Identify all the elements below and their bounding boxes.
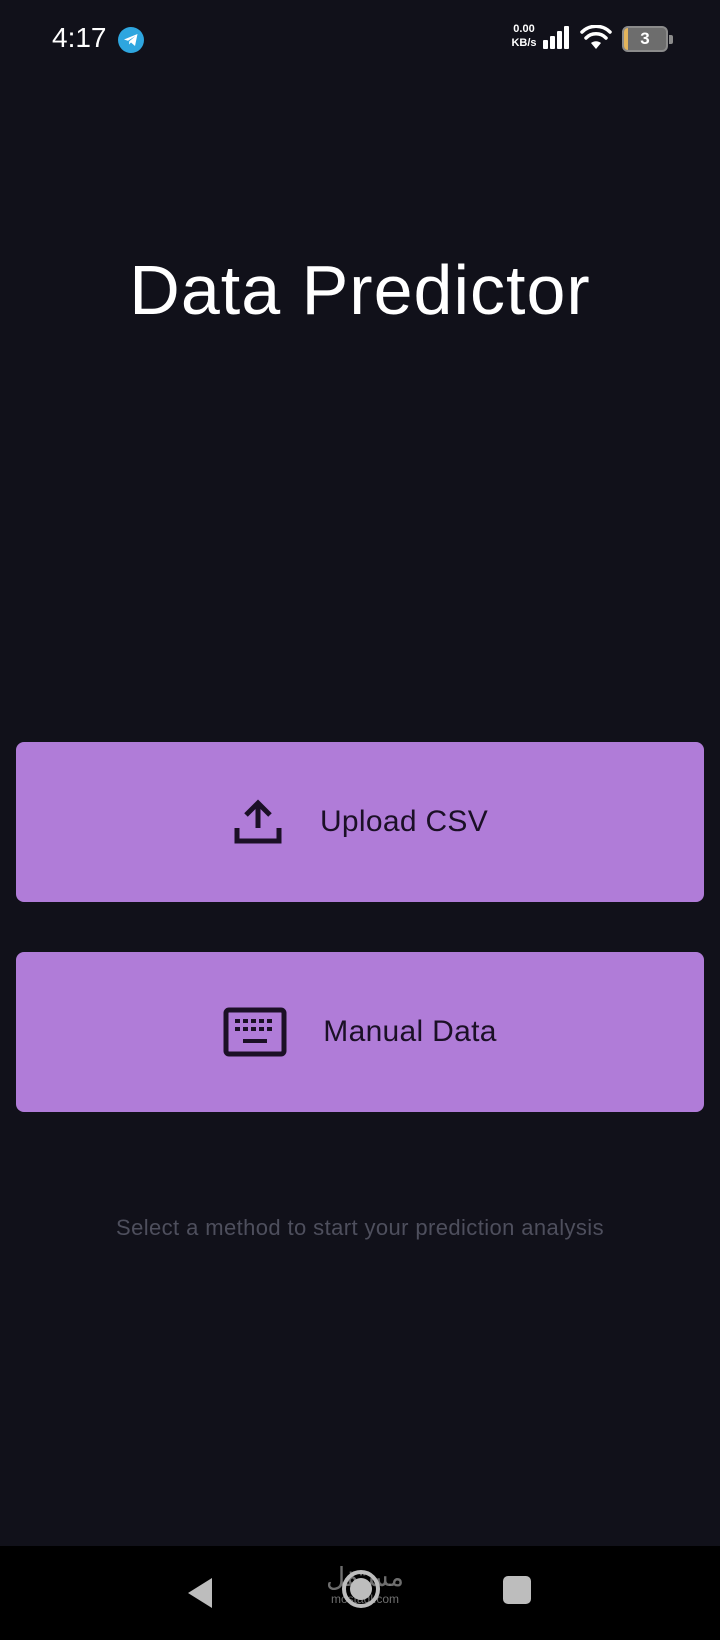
telegram-icon [118, 27, 144, 53]
battery-level: 3 [640, 29, 650, 48]
navigation-bar: مستقل mostaql.com [0, 1546, 720, 1640]
page-title: Data Predictor [129, 251, 591, 329]
upload-icon [232, 798, 284, 846]
recents-icon[interactable] [503, 1576, 531, 1604]
battery-tip [669, 35, 673, 44]
keyboard-icon [223, 1007, 287, 1057]
signal-icon [542, 25, 570, 54]
status-time: 4:17 [52, 22, 107, 53]
upload-csv-label: Upload CSV [319, 805, 489, 838]
home-icon-dot [350, 1578, 372, 1600]
manual-data-label: Manual Data [323, 1015, 497, 1048]
status-bar: 4:17 0.00 KB/s 3 [0, 0, 720, 80]
hint-text: Select a method to start your prediction… [116, 1215, 604, 1240]
network-speed: 0.00 KB/s [506, 22, 542, 50]
battery-icon: 3 [622, 26, 673, 52]
home-icon[interactable] [342, 1570, 380, 1608]
upload-csv-button[interactable]: Upload CSV [16, 742, 704, 902]
back-icon[interactable] [186, 1576, 214, 1615]
manual-data-button[interactable]: Manual Data [16, 952, 704, 1112]
network-speed-unit: KB/s [511, 37, 537, 49]
wifi-icon [580, 24, 612, 56]
app-screen: 4:17 0.00 KB/s 3 Data Predictor Upload C… [0, 0, 720, 1640]
network-speed-value: 0.00 [513, 23, 535, 35]
